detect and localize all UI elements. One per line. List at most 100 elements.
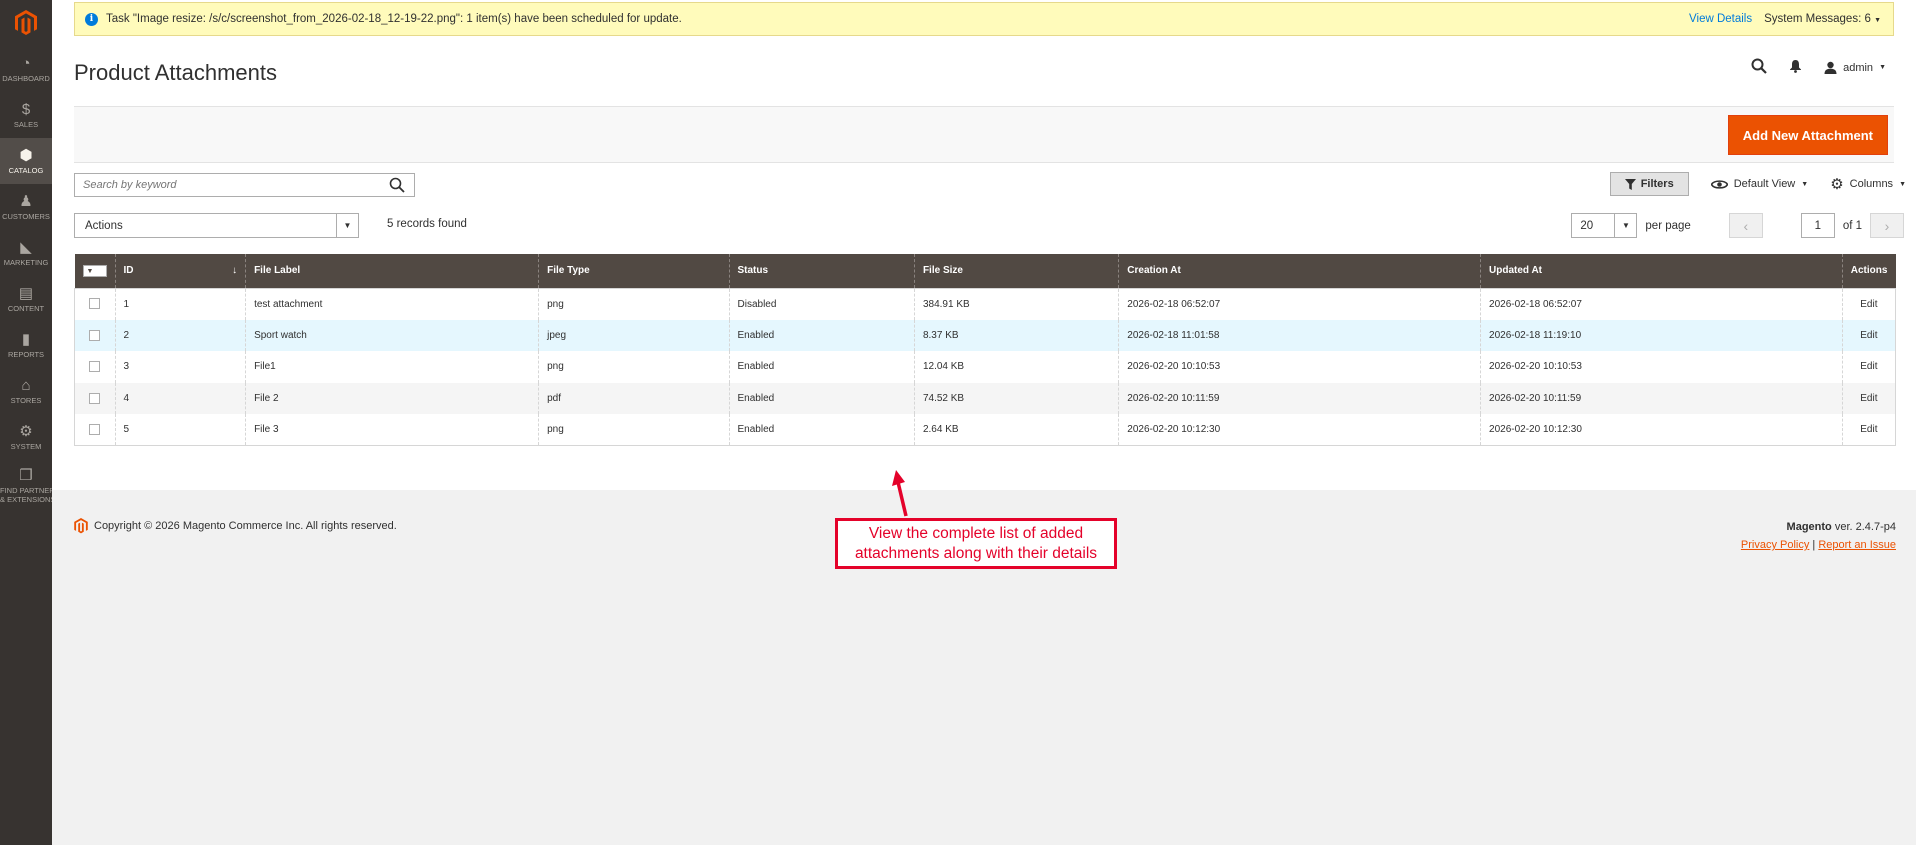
filters-button[interactable]: Filters — [1609, 172, 1689, 196]
cell-file-type: jpeg — [538, 319, 729, 351]
nav-sales[interactable]: $ SALES — [0, 92, 52, 138]
row-checkbox[interactable] — [89, 329, 101, 341]
cell-file-label: File 2 — [245, 382, 539, 414]
cell-id: 5 — [114, 414, 246, 446]
cell-file-size: 12.04 KB — [913, 351, 1119, 383]
mass-select-column[interactable]: ▼ — [74, 254, 115, 288]
add-new-attachment-button[interactable]: Add New Attachment — [1727, 115, 1888, 155]
nav-dashboard[interactable]: ◔ DASHBOARD — [0, 46, 52, 92]
columns-label: Columns — [1849, 178, 1894, 190]
cell-file-size: 8.37 KB — [913, 319, 1119, 351]
nav-reports[interactable]: ▮ REPORTS — [0, 322, 52, 368]
page-title: Product Attachments — [74, 60, 277, 85]
edit-link[interactable]: Edit — [1841, 319, 1896, 351]
system-message-bar: i Task "Image resize: /s/c/screenshot_fr… — [74, 2, 1894, 36]
nav-content[interactable]: ▤ CONTENT — [0, 276, 52, 322]
page-number-input[interactable]: 1 — [1800, 213, 1835, 238]
cell-file-label: File1 — [245, 351, 539, 383]
version-line: Magento ver. 2.4.7-p4 — [1741, 518, 1896, 536]
row-checkbox[interactable] — [89, 423, 101, 435]
nav-partners[interactable]: ❒ FIND PARTNERS & EXTENSIONS — [0, 460, 52, 512]
row-checkbox[interactable] — [89, 298, 101, 310]
cell-creation-at: 2026-02-18 11:01:58 — [1118, 319, 1481, 351]
annotation-line-2: attachments along with their details — [854, 545, 1098, 562]
user-icon — [1824, 61, 1837, 74]
edit-link[interactable]: Edit — [1841, 288, 1896, 320]
header-actions: admin ▼ — [1751, 58, 1886, 77]
magento-brand: Magento — [1786, 521, 1832, 533]
column-header-creation-at[interactable]: Creation At — [1118, 254, 1481, 288]
view-details-link[interactable]: View Details — [1689, 13, 1752, 25]
row-checkbox[interactable] — [89, 361, 101, 373]
page-content: i Task "Image resize: /s/c/screenshot_fr… — [52, 0, 1916, 490]
mass-select-checkbox[interactable]: ▼ — [82, 265, 107, 277]
nav-marketing[interactable]: ◣ MARKETING — [0, 230, 52, 276]
previous-page-button[interactable]: ‹ — [1728, 213, 1763, 238]
table-row[interactable]: 5 File 3 png Enabled 2.64 KB 2026-02-20 … — [74, 414, 1896, 446]
cell-id: 1 — [114, 288, 246, 320]
chevron-down-icon: ▼ — [1879, 64, 1886, 71]
content-icon: ▤ — [18, 284, 34, 302]
search-input[interactable] — [75, 175, 380, 195]
sort-arrow-icon: ↓ — [232, 265, 238, 277]
eye-icon — [1710, 179, 1728, 189]
dashboard-icon: ◔ — [21, 54, 31, 72]
column-id-label: ID — [123, 265, 134, 277]
cell-creation-at: 2026-02-20 10:12:30 — [1118, 414, 1481, 446]
edit-link[interactable]: Edit — [1841, 414, 1896, 446]
annotation-callout: View the complete list of added attachme… — [835, 518, 1117, 569]
cell-status: Disabled — [728, 288, 915, 320]
admin-user-menu[interactable]: admin ▼ — [1824, 61, 1886, 74]
annotation-arrow-icon — [892, 470, 908, 517]
nav-customers[interactable]: ♟ CUSTOMERS — [0, 184, 52, 230]
global-search-button[interactable] — [1751, 58, 1767, 77]
table-row[interactable]: 1 test attachment png Disabled 384.91 KB… — [74, 288, 1896, 320]
table-row[interactable]: 2 Sport watch jpeg Enabled 8.37 KB 2026-… — [74, 319, 1896, 351]
edit-link[interactable]: Edit — [1841, 382, 1896, 414]
table-row[interactable]: 3 File1 png Enabled 12.04 KB 2026-02-20 … — [74, 351, 1896, 383]
cell-status: Enabled — [728, 382, 915, 414]
row-select — [74, 382, 115, 414]
column-header-file-type[interactable]: File Type — [538, 254, 729, 288]
cube-icon: ⬢ — [19, 146, 33, 164]
next-page-button[interactable]: › — [1870, 213, 1904, 238]
mass-actions-select[interactable]: Actions ▼ — [74, 213, 359, 238]
default-view-dropdown[interactable]: Default View ▼ — [1710, 178, 1808, 190]
table-row[interactable]: 4 File 2 pdf Enabled 74.52 KB 2026-02-20… — [74, 382, 1896, 414]
magento-logo[interactable] — [0, 0, 52, 46]
admin-username: admin — [1843, 61, 1874, 74]
magento-logo-icon — [15, 10, 37, 35]
nav-stores[interactable]: ⌂ STORES — [0, 368, 52, 414]
footer-links: Privacy Policy | Report an Issue — [1741, 536, 1896, 554]
cell-updated-at: 2026-02-20 10:11:59 — [1480, 382, 1843, 414]
column-header-updated-at[interactable]: Updated At — [1480, 254, 1843, 288]
column-header-id[interactable]: ID ↓ — [114, 254, 246, 288]
nav-content-label: CONTENT — [7, 303, 45, 313]
chevron-down-icon: ▼ — [1874, 17, 1881, 24]
nav-system[interactable]: ⚙ SYSTEM — [0, 414, 52, 460]
grid-tools: Filters Default View ▼ ⚙ Columns ▼ — [1609, 172, 1906, 196]
columns-dropdown[interactable]: ⚙ Columns ▼ — [1830, 175, 1906, 193]
boxes-icon: ❒ — [19, 467, 33, 484]
search-submit-button[interactable] — [380, 174, 414, 196]
nav-catalog[interactable]: ⬢ CATALOG — [0, 138, 52, 184]
privacy-policy-link[interactable]: Privacy Policy — [1741, 539, 1809, 551]
nav-sales-label: SALES — [13, 119, 39, 129]
cell-file-type: pdf — [538, 382, 729, 414]
filters-label: Filters — [1640, 178, 1674, 190]
nav-partners-label-1: FIND PARTNERS — [0, 486, 52, 495]
column-header-file-label[interactable]: File Label — [245, 254, 539, 288]
column-header-file-size[interactable]: File Size — [913, 254, 1119, 288]
per-page-select[interactable]: 20 ▼ — [1571, 213, 1638, 238]
notifications-button[interactable] — [1789, 59, 1802, 76]
cell-updated-at: 2026-02-18 11:19:10 — [1480, 319, 1843, 351]
chevron-down-icon: ▼ — [336, 214, 358, 237]
system-messages-dropdown[interactable]: System Messages: 6 ▼ — [1764, 13, 1881, 25]
column-header-status[interactable]: Status — [728, 254, 915, 288]
gear-icon: ⚙ — [19, 422, 33, 440]
edit-link[interactable]: Edit — [1841, 351, 1896, 383]
report-issue-link[interactable]: Report an Issue — [1818, 539, 1896, 551]
total-pages: of 1 — [1842, 219, 1862, 232]
dollar-icon: $ — [21, 100, 31, 118]
row-checkbox[interactable] — [89, 392, 101, 404]
